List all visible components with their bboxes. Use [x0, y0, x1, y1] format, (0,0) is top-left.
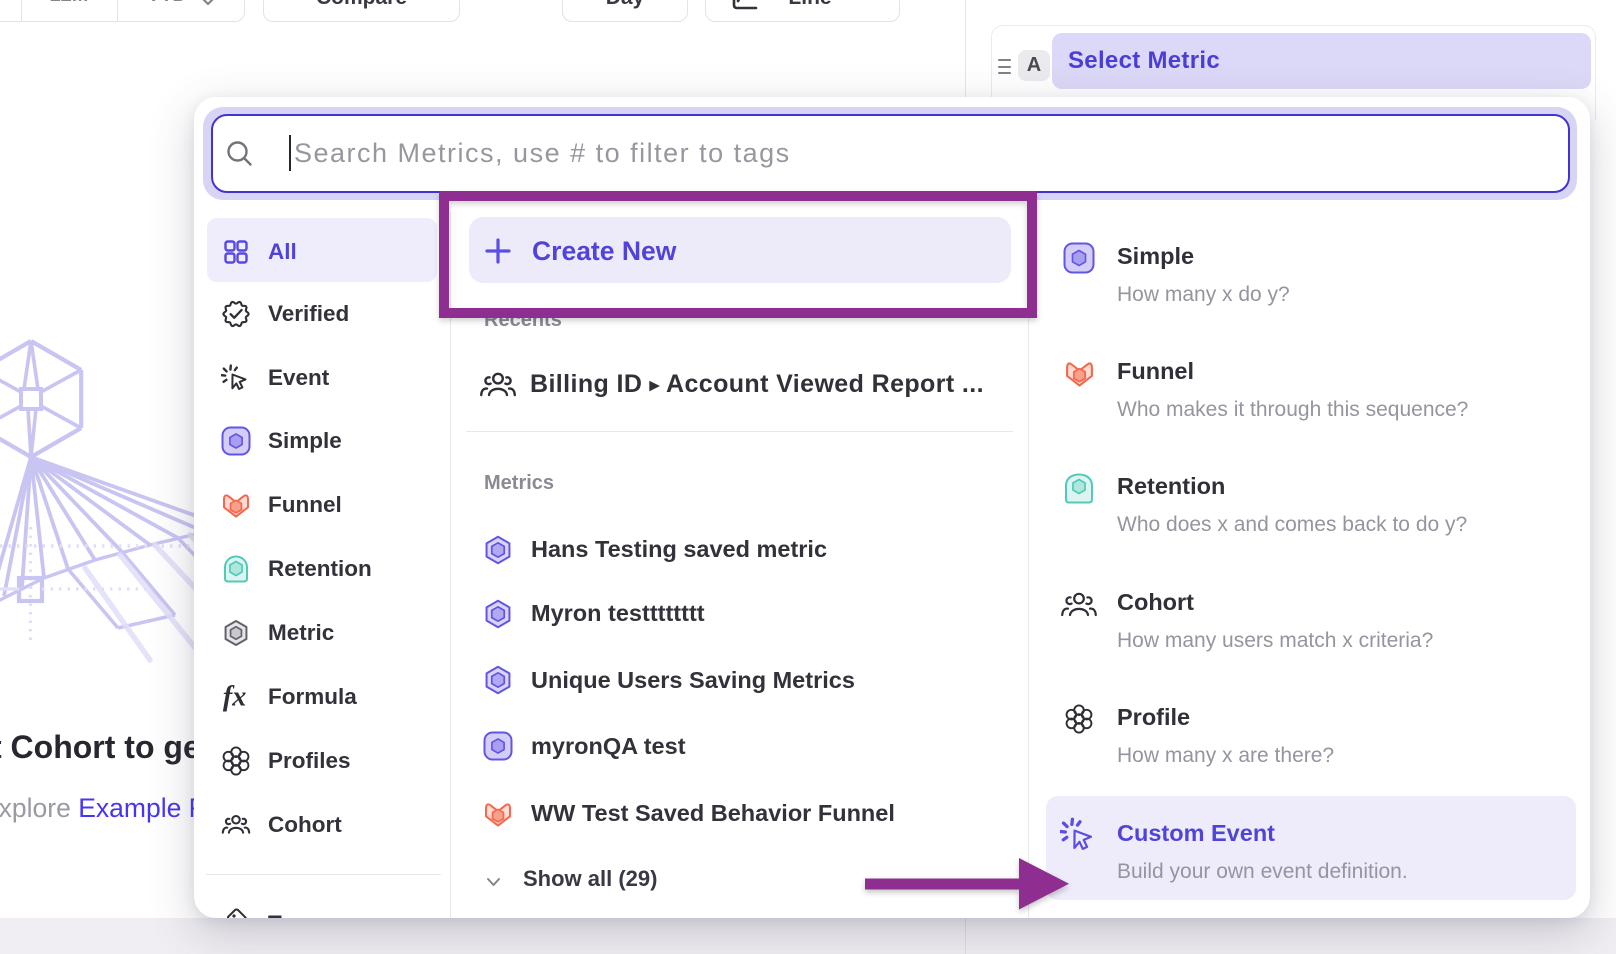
svg-text:fx: fx — [223, 681, 246, 712]
